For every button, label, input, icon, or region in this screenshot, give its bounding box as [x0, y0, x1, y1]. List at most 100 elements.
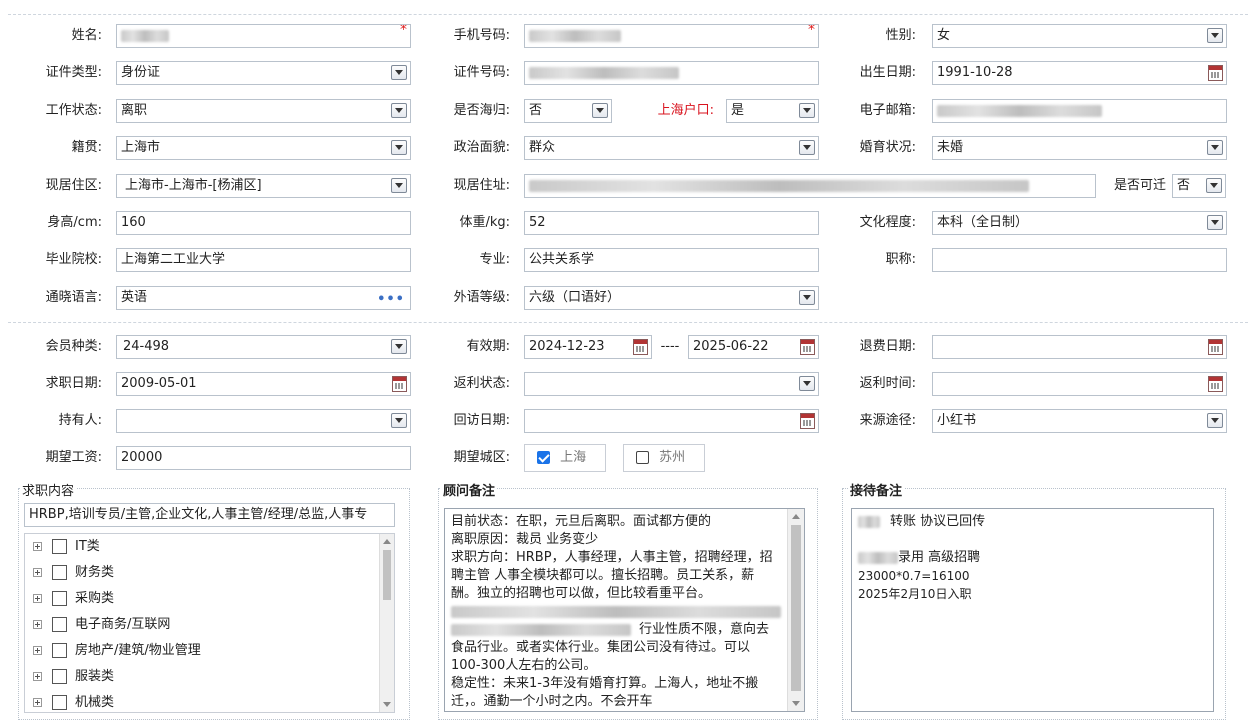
calendar-icon[interactable] [800, 339, 815, 355]
native-select[interactable]: 上海市 [116, 136, 411, 160]
expand-icon[interactable] [33, 620, 42, 629]
expand-icon[interactable] [33, 568, 42, 577]
gender-select[interactable]: 女 [932, 24, 1227, 48]
valid-from-field[interactable]: 2024-12-23 [524, 335, 652, 359]
calendar-icon[interactable] [633, 339, 648, 355]
chevron-down-icon[interactable] [391, 339, 407, 354]
calendar-icon[interactable] [392, 376, 407, 392]
refund-date-field[interactable] [932, 335, 1227, 359]
city-option-label: 上海 [560, 450, 587, 465]
chevron-down-icon[interactable] [391, 140, 407, 155]
city-option-shanghai[interactable]: 上海 [524, 444, 606, 472]
city-option-suzhou[interactable]: 苏州 [623, 444, 705, 472]
chevron-down-icon[interactable] [799, 103, 815, 118]
residence-select[interactable]: 上海市-上海市-[杨浦区] [116, 174, 411, 198]
tree-item[interactable]: 采购类 [33, 588, 114, 610]
expand-icon[interactable] [33, 672, 42, 681]
major-field[interactable]: 公共关系学 [524, 248, 819, 272]
reception-note-textarea[interactable]: 转账 协议已回传 录用 高级招聘 23000*0.7=16100 2025年2月… [851, 508, 1214, 712]
chevron-down-icon[interactable] [391, 103, 407, 118]
scrollbar[interactable] [379, 534, 394, 712]
chevron-down-icon[interactable] [799, 376, 815, 391]
checkbox-icon[interactable] [636, 451, 649, 464]
email-field[interactable] [932, 99, 1227, 123]
overseas-select[interactable]: 否 [524, 99, 612, 123]
school-field[interactable]: 上海第二工业大学 [116, 248, 411, 272]
expand-icon[interactable] [33, 542, 42, 551]
chevron-down-icon[interactable] [1207, 28, 1223, 43]
expand-icon[interactable] [33, 646, 42, 655]
chevron-down-icon[interactable] [1207, 140, 1223, 155]
job-title-field[interactable] [932, 248, 1227, 272]
chevron-down-icon[interactable] [391, 178, 407, 193]
tree-item[interactable]: 机械类 [33, 692, 114, 712]
tree-item[interactable]: 服装类 [33, 666, 114, 688]
chevron-down-icon[interactable] [799, 290, 815, 305]
address-field[interactable] [524, 174, 1096, 198]
checkbox-icon[interactable] [52, 565, 67, 580]
salary-field[interactable]: 20000 [116, 446, 411, 470]
rebate-status-select[interactable] [524, 372, 819, 396]
seek-date-field[interactable]: 2009-05-01 [116, 372, 411, 396]
calendar-icon[interactable] [1208, 65, 1223, 81]
checkbox-checked-icon[interactable] [537, 451, 550, 464]
source-select[interactable]: 小红书 [932, 409, 1227, 433]
revisit-date-field[interactable] [524, 409, 819, 433]
name-field[interactable]: * [116, 24, 411, 48]
more-icon[interactable]: ••• [377, 289, 405, 309]
tree-item[interactable]: 电子商务/互联网 [33, 614, 170, 636]
birth-date-field[interactable]: 1991-10-28 [932, 61, 1227, 85]
scrollbar-thumb[interactable] [383, 550, 391, 600]
checkbox-icon[interactable] [52, 643, 67, 658]
checkbox-icon[interactable] [52, 617, 67, 632]
marital-select[interactable]: 未婚 [932, 136, 1227, 160]
school-label: 毕业院校: [45, 252, 102, 267]
holder-select[interactable] [116, 409, 411, 433]
native-value: 上海市 [121, 140, 161, 155]
idtype-select[interactable]: 身份证 [116, 61, 411, 85]
job-content-summary[interactable]: HRBP,培训专员/主管,企业文化,人事主管/经理/总监,人事专 [24, 503, 395, 527]
sh-hukou-select[interactable]: 是 [726, 99, 819, 123]
height-field[interactable]: 160 [116, 211, 411, 235]
lang-level-select[interactable]: 六级（口语好） [524, 286, 819, 310]
expand-icon[interactable] [33, 698, 42, 707]
chevron-down-icon[interactable] [1206, 178, 1222, 193]
work-status-select[interactable]: 离职 [116, 99, 411, 123]
member-type-select[interactable]: 24-498 [116, 335, 411, 359]
chevron-down-icon[interactable] [592, 103, 608, 118]
chevron-down-icon[interactable] [1207, 413, 1223, 428]
tree-item[interactable]: 财务类 [33, 562, 114, 584]
scrollbar-thumb[interactable] [791, 525, 801, 691]
note-line: 目前状态：在职，元旦后离职。面试都方便的 [451, 514, 712, 529]
expand-icon[interactable] [33, 594, 42, 603]
tree-item[interactable]: IT类 [33, 536, 100, 558]
rebate-time-field[interactable] [932, 372, 1227, 396]
phone-field[interactable]: * [524, 24, 819, 48]
chevron-down-icon[interactable] [391, 65, 407, 80]
tree-item[interactable]: 房地产/建筑/物业管理 [33, 640, 201, 662]
calendar-icon[interactable] [800, 413, 815, 429]
political-select[interactable]: 群众 [524, 136, 819, 160]
valid-to-field[interactable]: 2025-06-22 [688, 335, 819, 359]
checkbox-icon[interactable] [52, 539, 67, 554]
chevron-down-icon[interactable] [1207, 215, 1223, 230]
education-select[interactable]: 本科（全日制） [932, 211, 1227, 235]
language-field[interactable]: 英语 ••• [116, 286, 411, 310]
calendar-icon[interactable] [1208, 339, 1223, 355]
weight-field[interactable]: 52 [524, 211, 819, 235]
checkbox-icon[interactable] [52, 591, 67, 606]
scroll-down-icon[interactable] [383, 702, 391, 707]
redacted-name [121, 29, 169, 42]
scrollbar[interactable] [787, 509, 804, 711]
scroll-up-icon[interactable] [792, 514, 800, 519]
chevron-down-icon[interactable] [799, 140, 815, 155]
scroll-up-icon[interactable] [383, 539, 391, 544]
chevron-down-icon[interactable] [391, 413, 407, 428]
calendar-icon[interactable] [1208, 376, 1223, 392]
checkbox-icon[interactable] [52, 669, 67, 684]
scroll-down-icon[interactable] [792, 701, 800, 706]
checkbox-icon[interactable] [52, 695, 67, 710]
relocate-select[interactable]: 否 [1172, 174, 1226, 198]
advisor-note-textarea[interactable]: 目前状态：在职，元旦后离职。面试都方便的 离职原因：裁员 业务变少 求职方向：H… [444, 508, 805, 712]
idno-field[interactable] [524, 61, 819, 85]
